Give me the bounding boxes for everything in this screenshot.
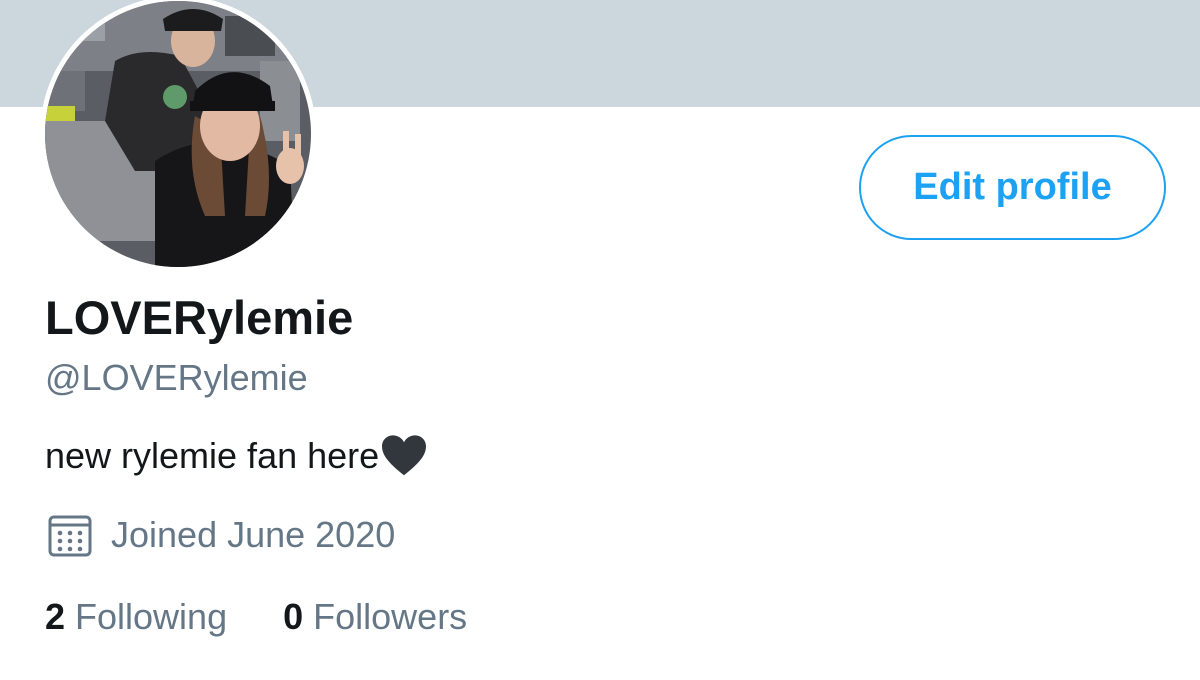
following-label: Following xyxy=(75,596,228,637)
avatar-photo xyxy=(45,1,311,267)
followers-link[interactable]: 0 Followers xyxy=(283,596,467,638)
followers-count: 0 xyxy=(283,596,304,637)
profile-joined-date: Joined June 2020 xyxy=(47,510,395,560)
followers-label: Followers xyxy=(313,596,468,637)
profile-avatar[interactable] xyxy=(40,0,316,272)
following-link[interactable]: 2 Following xyxy=(45,596,227,638)
joined-text: Joined June 2020 xyxy=(111,514,396,555)
bio-text: new rylemie fan here xyxy=(45,435,380,476)
profile-display-name: LOVERylemie xyxy=(45,291,354,344)
following-count: 2 xyxy=(45,596,66,637)
profile-handle: @LOVERylemie xyxy=(45,357,308,398)
edit-profile-button[interactable]: Edit profile xyxy=(859,135,1166,240)
black-heart-icon xyxy=(382,435,427,476)
profile-stats: 2 Following 0 Followers xyxy=(45,592,467,642)
calendar-icon xyxy=(48,515,92,557)
profile-bio: new rylemie fan here xyxy=(45,433,429,479)
